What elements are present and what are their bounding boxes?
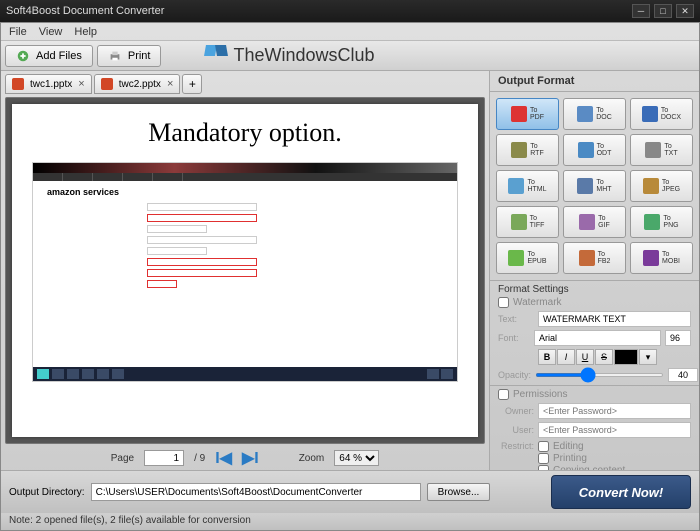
format-grid: ToPDFToDOCToDOCXToRTFToODTToTXTToHTMLToM… — [490, 92, 699, 280]
format-icon — [577, 106, 593, 122]
preview-page: Mandatory option. amazon services — [12, 104, 478, 437]
close-button[interactable]: ✕ — [676, 4, 694, 18]
branding-logo: TheWindowsClub — [205, 45, 374, 67]
format-docx[interactable]: ToDOCX — [630, 98, 693, 130]
format-tiff[interactable]: ToTIFF — [496, 206, 559, 238]
menu-bar: File View Help — [1, 23, 699, 41]
toolbar: Add Files Print TheWindowsClub — [1, 41, 699, 71]
browse-button[interactable]: Browse... — [427, 483, 491, 501]
format-icon — [579, 214, 595, 230]
opacity-value[interactable] — [668, 368, 698, 382]
watermark-text-input[interactable] — [538, 311, 691, 327]
watermark-checkbox[interactable]: Watermark — [498, 297, 691, 308]
format-html[interactable]: ToHTML — [496, 170, 559, 202]
logo-icon — [205, 45, 227, 67]
format-mht[interactable]: ToMHT — [563, 170, 626, 202]
watermark-fontsize-input[interactable] — [665, 330, 691, 346]
pptx-icon — [101, 78, 113, 90]
format-png[interactable]: ToPNG — [630, 206, 693, 238]
strike-button[interactable]: S — [595, 349, 613, 365]
file-tab[interactable]: twc1.pptx × — [5, 74, 92, 94]
restrict-printing[interactable]: Printing — [538, 453, 625, 464]
menu-view[interactable]: View — [39, 26, 63, 38]
bold-button[interactable]: B — [538, 349, 556, 365]
print-button[interactable]: Print — [97, 45, 162, 67]
add-files-button[interactable]: Add Files — [5, 45, 93, 67]
menu-help[interactable]: Help — [74, 26, 97, 38]
file-tab[interactable]: twc2.pptx × — [94, 74, 181, 94]
format-icon — [643, 178, 659, 194]
tab-close-icon[interactable]: × — [78, 78, 84, 90]
format-icon — [577, 178, 593, 194]
output-dir-input[interactable] — [91, 483, 421, 501]
format-icon — [642, 106, 658, 122]
format-icon — [508, 250, 524, 266]
pptx-icon — [12, 78, 24, 90]
next-page-button[interactable]: ▶I — [242, 448, 259, 468]
format-icon — [511, 214, 527, 230]
format-icon — [511, 106, 527, 122]
add-tab-button[interactable]: + — [182, 74, 202, 94]
slide-screenshot: amazon services — [32, 162, 458, 382]
permissions-checkbox[interactable]: Permissions — [498, 389, 691, 400]
status-note: Note: 2 opened file(s), 2 file(s) availa… — [1, 513, 699, 530]
watermark-font-input[interactable] — [534, 330, 661, 346]
page-label: Page — [111, 453, 134, 464]
print-icon — [108, 49, 122, 63]
page-total: / 9 — [194, 453, 205, 464]
zoom-label: Zoom — [299, 453, 325, 464]
format-icon — [579, 250, 595, 266]
right-panel: Output Format ToPDFToDOCToDOCX ToRTFToODT… — [489, 71, 699, 470]
convert-button[interactable]: Convert Now! — [551, 475, 691, 509]
format-icon — [511, 142, 527, 158]
prev-page-button[interactable]: I◀ — [215, 448, 232, 468]
user-password-input[interactable] — [538, 422, 691, 438]
restrict-editing[interactable]: Editing — [538, 441, 625, 452]
tab-close-icon[interactable]: × — [167, 78, 173, 90]
format-icon — [643, 250, 659, 266]
format-icon — [645, 142, 661, 158]
file-tabs: twc1.pptx × twc2.pptx × + — [5, 73, 485, 95]
bottom-bar: Output Directory: Browse... Convert Now! — [1, 470, 699, 513]
pager: Page / 9 I◀ ▶I Zoom 64 % — [5, 446, 485, 470]
format-odt[interactable]: ToODT — [563, 134, 626, 166]
permissions-section: Permissions Owner: User: Restrict: Editi… — [490, 385, 699, 470]
underline-button[interactable]: U — [576, 349, 594, 365]
add-icon — [16, 49, 30, 63]
format-mobi[interactable]: ToMOBI — [630, 242, 693, 274]
minimize-button[interactable]: ─ — [632, 4, 650, 18]
format-rtf[interactable]: ToRTF — [496, 134, 559, 166]
format-icon — [508, 178, 524, 194]
output-dir-label: Output Directory: — [9, 487, 85, 498]
format-icon — [578, 142, 594, 158]
document-preview[interactable]: Mandatory option. amazon services — [5, 97, 485, 444]
preview-pane: twc1.pptx × twc2.pptx × + Mandatory opti… — [1, 71, 489, 470]
format-gif[interactable]: ToGIF — [563, 206, 626, 238]
slide-heading: Mandatory option. — [32, 118, 458, 148]
color-swatch[interactable] — [614, 349, 638, 365]
format-doc[interactable]: ToDOC — [563, 98, 626, 130]
font-style-buttons: B I U S ▾ — [538, 349, 691, 365]
menu-file[interactable]: File — [9, 26, 27, 38]
zoom-select[interactable]: 64 % — [334, 450, 379, 466]
page-input[interactable] — [144, 450, 184, 466]
color-picker-button[interactable]: ▾ — [639, 349, 657, 365]
output-format-title: Output Format — [490, 71, 699, 92]
format-txt[interactable]: ToTXT — [630, 134, 693, 166]
opacity-slider[interactable] — [535, 373, 664, 377]
format-jpeg[interactable]: ToJPEG — [630, 170, 693, 202]
window-title: Soft4Boost Document Converter — [6, 5, 164, 17]
title-bar: Soft4Boost Document Converter ─ □ ✕ — [0, 0, 700, 22]
format-settings-section: Format Settings Watermark Text: Font: B … — [490, 280, 699, 385]
format-pdf[interactable]: ToPDF — [496, 98, 559, 130]
owner-password-input[interactable] — [538, 403, 691, 419]
format-fb2[interactable]: ToFB2 — [563, 242, 626, 274]
format-epub[interactable]: ToEPUB — [496, 242, 559, 274]
maximize-button[interactable]: □ — [654, 4, 672, 18]
italic-button[interactable]: I — [557, 349, 575, 365]
format-icon — [644, 214, 660, 230]
